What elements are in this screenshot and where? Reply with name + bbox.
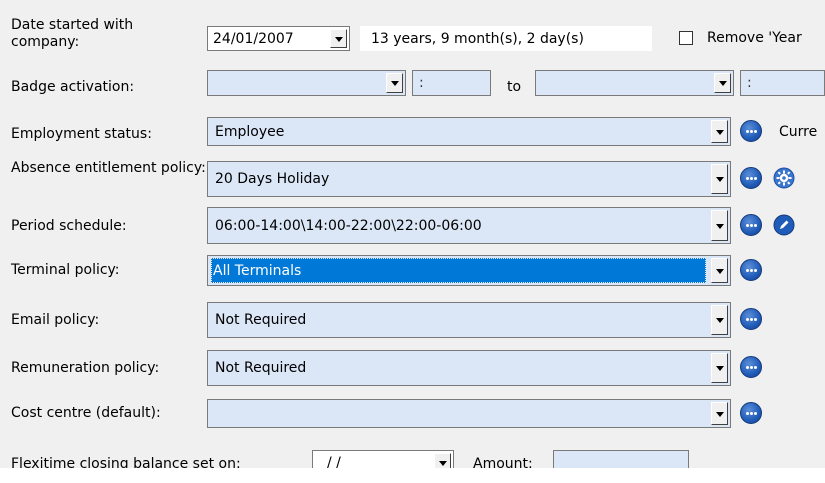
badge-to-dropdown-icon[interactable] (714, 73, 731, 93)
period-schedule-dropdown[interactable]: 06:00-14:00\14:00-22:00\22:00-06:00 (207, 207, 731, 244)
employment-status-label: Employment status: (11, 126, 152, 142)
absence-policy-dropdown[interactable]: 20 Days Holiday (207, 161, 731, 197)
badge-from-date-dropdown[interactable] (207, 70, 406, 96)
absence-policy-label: Absence entitlement policy: (11, 160, 206, 176)
remuneration-policy-value: Not Required (215, 360, 307, 376)
badge-from-time-value: : (419, 75, 424, 91)
date-started-dropdown-icon[interactable] (330, 29, 347, 48)
period-schedule-dropdown-icon[interactable] (711, 210, 728, 241)
remove-year-label: Remove 'Year (707, 30, 802, 46)
absence-policy-dropdown-icon[interactable] (711, 164, 728, 194)
employment-status-dropdown-icon[interactable] (711, 120, 728, 143)
absence-policy-ellipsis-icon[interactable] (740, 167, 762, 189)
date-started-value: 24/01/2007 (213, 30, 294, 47)
cost-centre-dropdown-icon[interactable] (711, 402, 728, 425)
tenure-duration-box: 13 years, 9 month(s), 2 day(s) (360, 26, 652, 51)
terminal-policy-dropdown-icon[interactable] (711, 258, 728, 283)
badge-activation-label: Badge activation: (11, 79, 135, 95)
employment-status-ellipsis-icon[interactable] (740, 120, 762, 142)
terminal-policy-label: Terminal policy: (11, 262, 120, 278)
badge-to-time-input[interactable]: : (740, 70, 825, 96)
remove-year-checkbox[interactable] (679, 31, 693, 45)
employee-details-panel: Date started with company: 24/01/2007 13… (0, 0, 825, 468)
employment-status-value: Employee (215, 123, 285, 140)
badge-from-dropdown-icon[interactable] (386, 73, 403, 93)
date-started-label: Date started with company: (11, 17, 134, 50)
terminal-policy-dropdown[interactable]: All Terminals (207, 255, 731, 286)
amount-label: Amount: (473, 456, 533, 468)
employment-status-dropdown[interactable]: Employee (207, 117, 731, 146)
terminal-policy-value: All Terminals (211, 258, 706, 283)
remuneration-policy-ellipsis-icon[interactable] (740, 356, 762, 378)
period-schedule-ellipsis-icon[interactable] (740, 214, 762, 236)
period-schedule-value: 06:00-14:00\14:00-22:00\22:00-06:00 (215, 217, 482, 234)
date-started-picker[interactable]: 24/01/2007 (207, 26, 350, 51)
flexitime-date-picker[interactable]: / / (312, 450, 454, 468)
flexitime-label: Flexitime closing balance set on: (11, 456, 241, 468)
remuneration-policy-dropdown[interactable]: Not Required (207, 350, 731, 386)
email-policy-ellipsis-icon[interactable] (740, 308, 762, 330)
email-policy-dropdown-icon[interactable] (711, 305, 728, 335)
badge-from-time-input[interactable]: : (412, 70, 491, 96)
amount-input[interactable] (553, 450, 689, 468)
email-policy-value: Not Required (215, 312, 307, 328)
tenure-duration-text: 13 years, 9 month(s), 2 day(s) (371, 30, 584, 47)
email-policy-label: Email policy: (11, 312, 100, 328)
remuneration-policy-label: Remuneration policy: (11, 360, 160, 376)
edit-pencil-icon[interactable] (773, 214, 795, 236)
period-schedule-label: Period schedule: (11, 218, 127, 234)
terminal-policy-ellipsis-icon[interactable] (740, 259, 762, 281)
badge-to-label: to (507, 79, 522, 95)
flexitime-date-value: / / (327, 455, 341, 468)
gear-icon[interactable] (773, 167, 795, 189)
remuneration-policy-dropdown-icon[interactable] (711, 353, 728, 383)
current-label: Curre (779, 124, 818, 140)
badge-to-time-value: : (747, 75, 752, 91)
email-policy-dropdown[interactable]: Not Required (207, 302, 731, 338)
flexitime-dropdown-icon[interactable] (434, 453, 451, 468)
cost-centre-dropdown[interactable] (207, 399, 731, 428)
cost-centre-label: Cost centre (default): (11, 405, 161, 421)
absence-policy-value: 20 Days Holiday (215, 171, 330, 187)
badge-to-date-dropdown[interactable] (535, 70, 734, 96)
cost-centre-ellipsis-icon[interactable] (740, 402, 762, 424)
